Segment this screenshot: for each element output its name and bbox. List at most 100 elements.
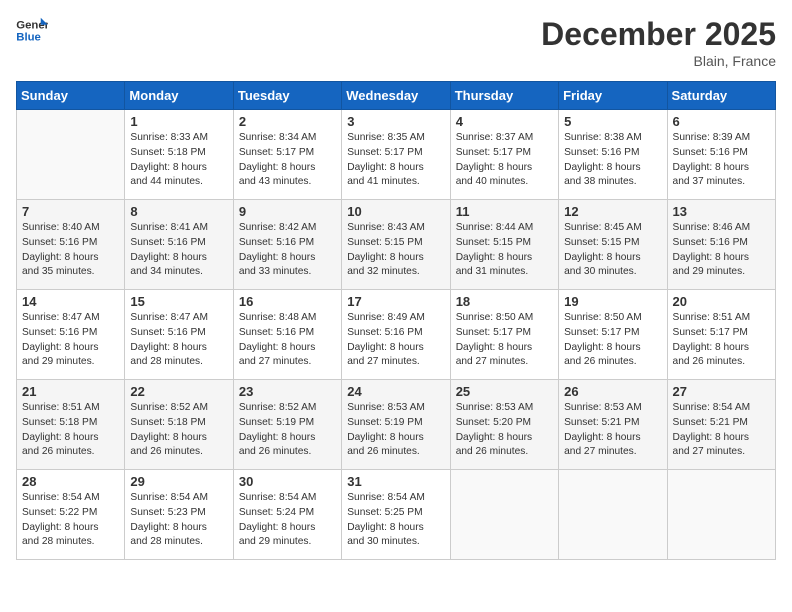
day-number: 27 (673, 384, 770, 399)
day-number: 3 (347, 114, 444, 129)
day-info: Sunrise: 8:44 AM Sunset: 5:15 PM Dayligh… (456, 221, 553, 280)
table-row: 21 Sunrise: 8:51 AM Sunset: 5:18 PM Dayli… (17, 380, 125, 470)
table-row: 15 Sunrise: 8:47 AM Sunset: 5:16 PM Dayli… (125, 290, 233, 380)
day-number: 4 (456, 114, 553, 129)
calendar-week-row: 14Sunrise: 8:47 AM Sunset: 5:16 PM Dayli… (17, 290, 776, 380)
day-info: Sunrise: 8:50 AM Sunset: 5:17 PM Dayligh… (456, 311, 553, 370)
table-row: 6 Sunrise: 8:39 AM Sunset: 5:16 PM Daylig… (667, 110, 775, 200)
table-row: 17 Sunrise: 8:49 AM Sunset: 5:16 PM Dayli… (342, 290, 450, 380)
day-info: Sunrise: 8:50 AM Sunset: 5:17 PM Dayligh… (564, 311, 661, 370)
day-info: Sunrise: 8:47 AM Sunset: 5:16 PM Dayligh… (130, 311, 227, 370)
day-info: Sunrise: 8:46 AM Sunset: 5:16 PM Dayligh… (673, 221, 770, 280)
table-row: 30Sunrise: 8:54 AM Sunset: 5:24 PM Dayli… (233, 470, 341, 560)
col-sunday: Sunday (17, 82, 125, 110)
calendar-week-row: 21 Sunrise: 8:51 AM Sunset: 5:18 PM Dayli… (17, 380, 776, 470)
day-number: 28 (22, 474, 119, 489)
header-row: Sunday Monday Tuesday Wednesday Thursday… (17, 82, 776, 110)
day-number: 23 (239, 384, 336, 399)
day-info: Sunrise: 8:37 AM Sunset: 5:17 PM Dayligh… (456, 131, 553, 190)
table-row (17, 110, 125, 200)
table-row: 22Sunrise: 8:52 AM Sunset: 5:18 PM Dayli… (125, 380, 233, 470)
day-info: Sunrise: 8:41 AM Sunset: 5:16 PM Dayligh… (130, 221, 227, 280)
table-row: 31Sunrise: 8:54 AM Sunset: 5:25 PM Dayli… (342, 470, 450, 560)
calendar-week-row: 7Sunrise: 8:40 AM Sunset: 5:16 PM Daylig… (17, 200, 776, 290)
table-row: 24 Sunrise: 8:53 AM Sunset: 5:19 PM Dayli… (342, 380, 450, 470)
day-number: 13 (673, 204, 770, 219)
day-info: Sunrise: 8:53 AM Sunset: 5:21 PM Dayligh… (564, 401, 661, 460)
day-number: 20 (673, 294, 770, 309)
table-row: 7Sunrise: 8:40 AM Sunset: 5:16 PM Daylig… (17, 200, 125, 290)
col-wednesday: Wednesday (342, 82, 450, 110)
table-row: 28 Sunrise: 8:54 AM Sunset: 5:22 PM Dayli… (17, 470, 125, 560)
day-number: 5 (564, 114, 661, 129)
col-friday: Friday (559, 82, 667, 110)
page-header: General Blue December 2025 Blain, France (16, 16, 776, 69)
day-number: 12 (564, 204, 661, 219)
day-info: Sunrise: 8:53 AM Sunset: 5:20 PM Dayligh… (456, 401, 553, 460)
day-info: Sunrise: 8:54 AM Sunset: 5:22 PM Dayligh… (22, 491, 119, 550)
day-info: Sunrise: 8:43 AM Sunset: 5:15 PM Dayligh… (347, 221, 444, 280)
table-row: 8Sunrise: 8:41 AM Sunset: 5:16 PM Daylig… (125, 200, 233, 290)
table-row: 29Sunrise: 8:54 AM Sunset: 5:23 PM Dayli… (125, 470, 233, 560)
col-thursday: Thursday (450, 82, 558, 110)
day-info: Sunrise: 8:51 AM Sunset: 5:17 PM Dayligh… (673, 311, 770, 370)
day-number: 9 (239, 204, 336, 219)
col-monday: Monday (125, 82, 233, 110)
day-number: 17 (347, 294, 444, 309)
table-row: 20 Sunrise: 8:51 AM Sunset: 5:17 PM Dayli… (667, 290, 775, 380)
title-block: December 2025 Blain, France (541, 16, 776, 69)
calendar-table: Sunday Monday Tuesday Wednesday Thursday… (16, 81, 776, 560)
table-row: 26 Sunrise: 8:53 AM Sunset: 5:21 PM Dayli… (559, 380, 667, 470)
day-info: Sunrise: 8:39 AM Sunset: 5:16 PM Dayligh… (673, 131, 770, 190)
day-info: Sunrise: 8:54 AM Sunset: 5:24 PM Dayligh… (239, 491, 336, 550)
day-number: 6 (673, 114, 770, 129)
calendar-week-row: 1Sunrise: 8:33 AM Sunset: 5:18 PM Daylig… (17, 110, 776, 200)
table-row: 13 Sunrise: 8:46 AM Sunset: 5:16 PM Dayli… (667, 200, 775, 290)
table-row: 11 Sunrise: 8:44 AM Sunset: 5:15 PM Dayli… (450, 200, 558, 290)
day-info: Sunrise: 8:40 AM Sunset: 5:16 PM Dayligh… (22, 221, 119, 280)
day-number: 21 (22, 384, 119, 399)
day-number: 19 (564, 294, 661, 309)
month-title: December 2025 (541, 16, 776, 53)
calendar-week-row: 28 Sunrise: 8:54 AM Sunset: 5:22 PM Dayli… (17, 470, 776, 560)
table-row: 23 Sunrise: 8:52 AM Sunset: 5:19 PM Dayli… (233, 380, 341, 470)
table-row: 1Sunrise: 8:33 AM Sunset: 5:18 PM Daylig… (125, 110, 233, 200)
day-number: 25 (456, 384, 553, 399)
day-info: Sunrise: 8:45 AM Sunset: 5:15 PM Dayligh… (564, 221, 661, 280)
day-info: Sunrise: 8:51 AM Sunset: 5:18 PM Dayligh… (22, 401, 119, 460)
day-number: 24 (347, 384, 444, 399)
table-row: 9 Sunrise: 8:42 AM Sunset: 5:16 PM Daylig… (233, 200, 341, 290)
day-number: 29 (130, 474, 227, 489)
table-row: 3 Sunrise: 8:35 AM Sunset: 5:17 PM Daylig… (342, 110, 450, 200)
table-row: 10 Sunrise: 8:43 AM Sunset: 5:15 PM Dayli… (342, 200, 450, 290)
day-number: 15 (130, 294, 227, 309)
day-number: 18 (456, 294, 553, 309)
table-row: 4 Sunrise: 8:37 AM Sunset: 5:17 PM Daylig… (450, 110, 558, 200)
day-number: 22 (130, 384, 227, 399)
table-row: 2Sunrise: 8:34 AM Sunset: 5:17 PM Daylig… (233, 110, 341, 200)
day-number: 16 (239, 294, 336, 309)
day-info: Sunrise: 8:48 AM Sunset: 5:16 PM Dayligh… (239, 311, 336, 370)
day-info: Sunrise: 8:47 AM Sunset: 5:16 PM Dayligh… (22, 311, 119, 370)
location: Blain, France (541, 53, 776, 69)
table-row (450, 470, 558, 560)
day-info: Sunrise: 8:33 AM Sunset: 5:18 PM Dayligh… (130, 131, 227, 190)
day-number: 31 (347, 474, 444, 489)
table-row: 12 Sunrise: 8:45 AM Sunset: 5:15 PM Dayli… (559, 200, 667, 290)
day-number: 10 (347, 204, 444, 219)
table-row: 18 Sunrise: 8:50 AM Sunset: 5:17 PM Dayli… (450, 290, 558, 380)
day-info: Sunrise: 8:35 AM Sunset: 5:17 PM Dayligh… (347, 131, 444, 190)
table-row: 25 Sunrise: 8:53 AM Sunset: 5:20 PM Dayli… (450, 380, 558, 470)
table-row (667, 470, 775, 560)
table-row: 16 Sunrise: 8:48 AM Sunset: 5:16 PM Dayli… (233, 290, 341, 380)
table-row: 19 Sunrise: 8:50 AM Sunset: 5:17 PM Dayli… (559, 290, 667, 380)
day-info: Sunrise: 8:53 AM Sunset: 5:19 PM Dayligh… (347, 401, 444, 460)
table-row (559, 470, 667, 560)
day-number: 11 (456, 204, 553, 219)
day-info: Sunrise: 8:42 AM Sunset: 5:16 PM Dayligh… (239, 221, 336, 280)
col-saturday: Saturday (667, 82, 775, 110)
day-number: 26 (564, 384, 661, 399)
day-info: Sunrise: 8:49 AM Sunset: 5:16 PM Dayligh… (347, 311, 444, 370)
day-info: Sunrise: 8:52 AM Sunset: 5:19 PM Dayligh… (239, 401, 336, 460)
svg-text:Blue: Blue (16, 32, 41, 44)
